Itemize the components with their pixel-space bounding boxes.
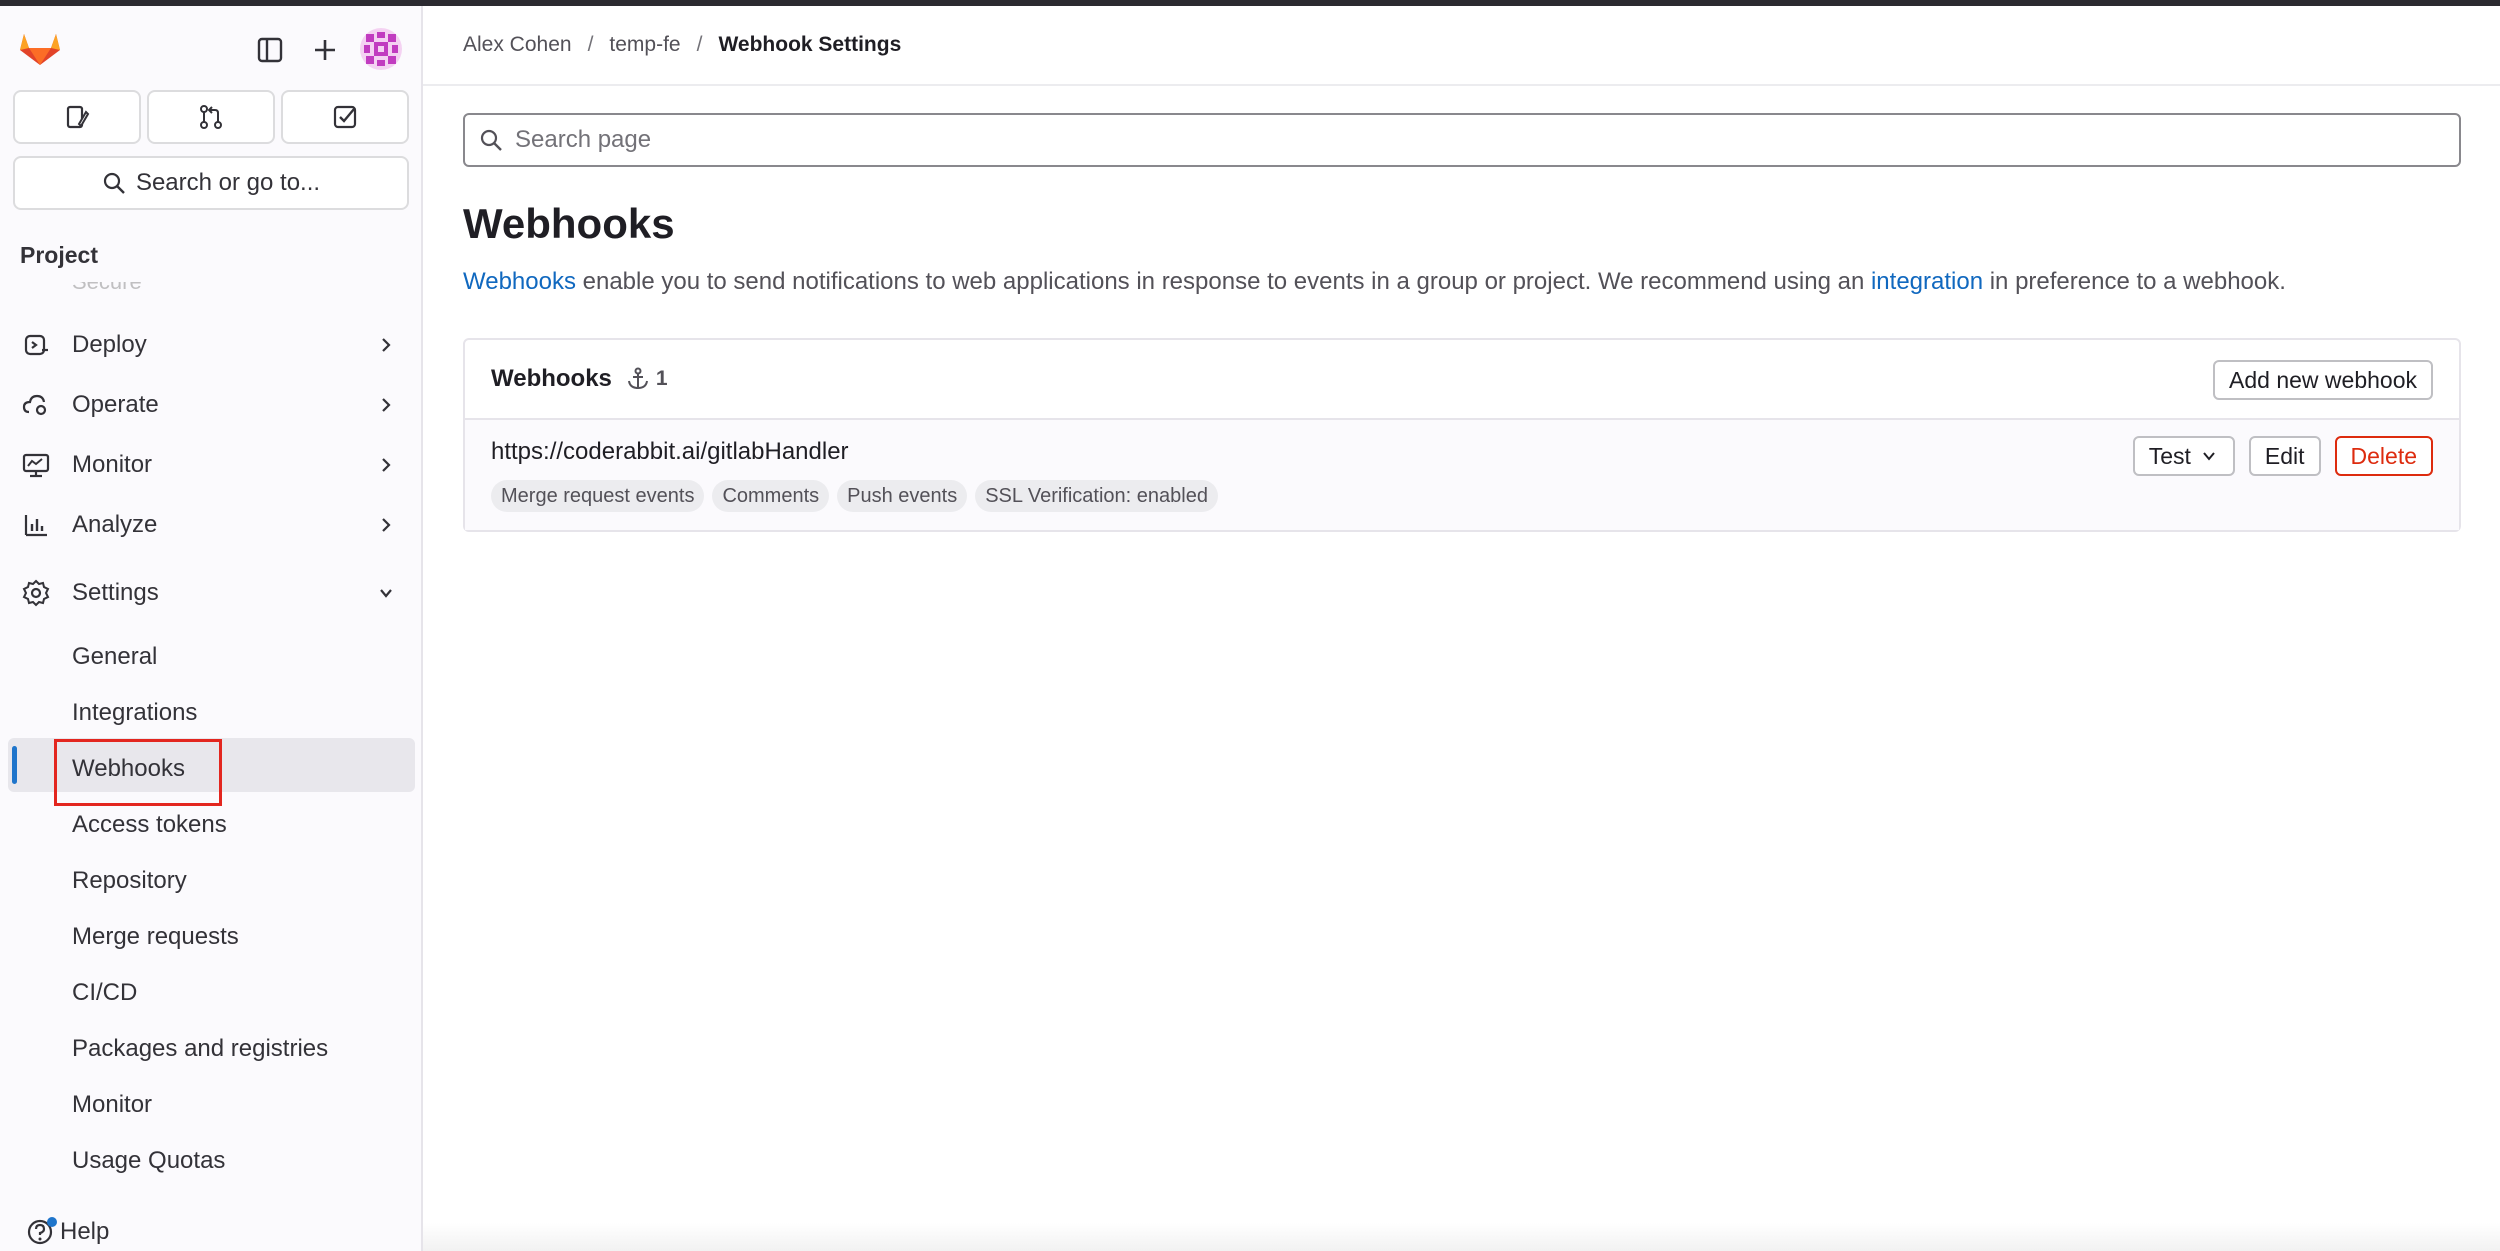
badge-merge-request-events: Merge request events <box>491 480 705 512</box>
webhook-url: https://coderabbit.ai/gitlabHandler <box>491 438 849 465</box>
sidebar-item-merge-requests[interactable]: Merge requests <box>72 914 239 960</box>
page-description: Webhooks enable you to send notification… <box>463 268 2286 296</box>
sidebar-item-label: Settings <box>72 579 159 606</box>
webhook-row: https://coderabbit.ai/gitlabHandler Merg… <box>465 420 2459 530</box>
toggle-sidebar-icon[interactable] <box>250 30 290 70</box>
monitor-icon <box>20 449 52 481</box>
breadcrumb-current[interactable]: Webhook Settings <box>718 33 901 57</box>
annotation-highlight-box <box>54 739 222 806</box>
anchor-icon <box>627 367 648 390</box>
webhook-badges: Merge request events Comments Push event… <box>491 480 1218 512</box>
sidebar-item-repository[interactable]: Repository <box>72 858 187 904</box>
page-title: Webhooks <box>463 200 675 247</box>
sidebar-header <box>0 6 421 84</box>
description-text-end: in preference to a webhook. <box>1989 268 2286 295</box>
sidebar-item-operate[interactable]: Operate <box>20 380 400 430</box>
webhook-count: 1 <box>626 367 668 391</box>
sidebar-item-monitor[interactable]: Monitor <box>20 440 400 490</box>
sidebar-item-access-tokens[interactable]: Access tokens <box>72 802 227 848</box>
sidebar-item-usage-quotas[interactable]: Usage Quotas <box>72 1138 225 1184</box>
chevron-right-icon <box>382 458 391 472</box>
issues-button[interactable] <box>13 90 141 144</box>
edit-button[interactable]: Edit <box>2248 436 2321 476</box>
plus-icon[interactable] <box>305 30 345 70</box>
breadcrumb-separator: / <box>696 33 703 56</box>
webhooks-doc-link[interactable]: Webhooks <box>463 268 576 295</box>
sidebar-search-button[interactable]: Search or go to... <box>13 156 409 210</box>
breadcrumb-item-user[interactable]: Alex Cohen <box>463 33 572 57</box>
chevron-down-icon <box>2203 452 2215 461</box>
chevron-right-icon <box>382 518 391 532</box>
sidebar-item-deploy[interactable]: Deploy <box>20 320 400 370</box>
chevron-right-icon <box>382 338 391 352</box>
avatar[interactable] <box>360 28 402 70</box>
gitlab-logo-icon[interactable] <box>17 24 63 70</box>
search-input[interactable] <box>513 125 2413 155</box>
badge-comments: Comments <box>712 480 830 512</box>
card-title: Webhooks <box>491 365 612 392</box>
sidebar-item-settings[interactable]: Settings <box>20 568 400 618</box>
webhook-count-value: 1 <box>655 367 668 390</box>
sidebar-search-label: Search or go to... <box>135 169 321 196</box>
active-item-indicator <box>12 746 17 784</box>
sidebar: Search or go to... Project Secure Deploy… <box>0 6 423 1251</box>
main-content: Alex Cohen / temp-fe / Webhook Settings … <box>423 6 2500 1251</box>
merge-requests-icon <box>200 105 222 129</box>
sidebar-item-general[interactable]: General <box>72 634 157 680</box>
help-button[interactable]: Help <box>26 1217 110 1246</box>
add-new-webhook-button[interactable]: Add new webhook <box>2213 360 2433 400</box>
rocket-icon <box>20 329 52 361</box>
search-icon <box>480 129 502 151</box>
sidebar-item-label: Monitor <box>72 451 153 478</box>
todo-button[interactable] <box>281 90 409 144</box>
webhooks-card: Webhooks 1 Add new webhook https://coder… <box>463 338 2461 532</box>
chart-icon <box>20 509 52 541</box>
description-text: enable you to send notifications to web … <box>582 268 1865 295</box>
badge-push-events: Push events <box>837 480 968 512</box>
sidebar-item-label: Analyze <box>72 511 158 538</box>
sidebar-item-secure-faded[interactable]: Secure <box>20 282 400 302</box>
chevron-right-icon <box>382 398 391 412</box>
breadcrumb: Alex Cohen / temp-fe / Webhook Settings <box>423 6 2500 86</box>
sidebar-item-analyze[interactable]: Analyze <box>20 500 400 550</box>
search-icon <box>103 172 125 194</box>
sidebar-item-label: Deploy <box>72 331 147 358</box>
delete-button[interactable]: Delete <box>2334 436 2433 476</box>
sidebar-item-monitor-settings[interactable]: Monitor <box>72 1082 152 1128</box>
sidebar-item-label: Operate <box>72 391 159 418</box>
page-search[interactable] <box>463 113 2461 167</box>
notification-dot <box>47 1217 57 1227</box>
chevron-down-icon <box>380 589 392 598</box>
card-header: Webhooks 1 Add new webhook <box>465 340 2459 420</box>
breadcrumb-separator: / <box>587 33 594 56</box>
sidebar-section-title: Project <box>20 242 98 268</box>
sidebar-item-cicd[interactable]: CI/CD <box>72 970 137 1016</box>
bottom-shade <box>423 1223 2500 1251</box>
test-label: Test <box>2148 442 2191 469</box>
todo-icon <box>333 105 357 129</box>
help-label: Help <box>60 1218 110 1245</box>
sidebar-item-packages-registries[interactable]: Packages and registries <box>72 1026 328 1072</box>
gear-icon <box>20 577 52 609</box>
integration-link[interactable]: integration <box>1871 268 1983 295</box>
webhook-actions: Test Edit Delete <box>2132 436 2433 476</box>
merge-requests-button[interactable] <box>147 90 275 144</box>
breadcrumb-item-project[interactable]: temp-fe <box>609 33 680 57</box>
test-dropdown-button[interactable]: Test <box>2132 436 2235 476</box>
cloud-gear-icon <box>20 389 52 421</box>
sidebar-item-integrations[interactable]: Integrations <box>72 690 197 736</box>
badge-ssl-verification: SSL Verification: enabled <box>975 480 1218 512</box>
issues-icon <box>66 105 90 129</box>
